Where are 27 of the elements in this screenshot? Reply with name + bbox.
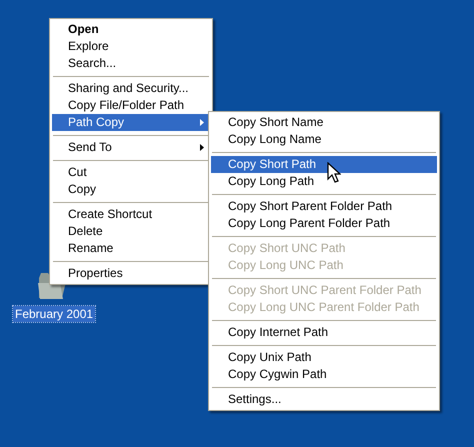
submenu-arrow-icon (200, 119, 204, 126)
menu-item[interactable]: Copy File/Folder Path (52, 97, 210, 114)
menu-item[interactable]: Copy Cygwin Path (211, 366, 437, 383)
menu-item[interactable]: Copy Short Path (211, 156, 437, 173)
menu-item[interactable]: Create Shortcut (52, 206, 210, 223)
menu-item[interactable]: Copy Short Name (211, 114, 437, 131)
menu-item[interactable]: Settings... (211, 391, 437, 408)
folder-label[interactable]: February 2001 (13, 306, 96, 322)
menu-item[interactable]: Path Copy (52, 114, 210, 131)
menu-item[interactable]: Send To (52, 139, 210, 156)
menu-item[interactable]: Copy Unix Path (211, 349, 437, 366)
menu-item[interactable]: Copy Internet Path (211, 324, 437, 341)
menu-item[interactable]: Copy Long Path (211, 173, 437, 190)
submenu-arrow-icon (200, 144, 204, 151)
menu-item[interactable]: Rename (52, 240, 210, 257)
menu-item[interactable]: Copy Short Parent Folder Path (211, 198, 437, 215)
menu-item[interactable]: Copy (52, 181, 210, 198)
menu-item[interactable]: Copy Long Parent Folder Path (211, 215, 437, 232)
menu-item[interactable]: Delete (52, 223, 210, 240)
menu-item[interactable]: Properties (52, 265, 210, 282)
menu-item[interactable]: Copy Long Name (211, 131, 437, 148)
menu-item[interactable]: Explore (52, 38, 210, 55)
menu-item[interactable]: Cut (52, 164, 210, 181)
menu-item[interactable]: Search... (52, 55, 210, 72)
menu-item[interactable]: Sharing and Security... (52, 80, 210, 97)
mouse-cursor-icon (327, 162, 341, 184)
menu-item[interactable]: Open (52, 21, 210, 38)
